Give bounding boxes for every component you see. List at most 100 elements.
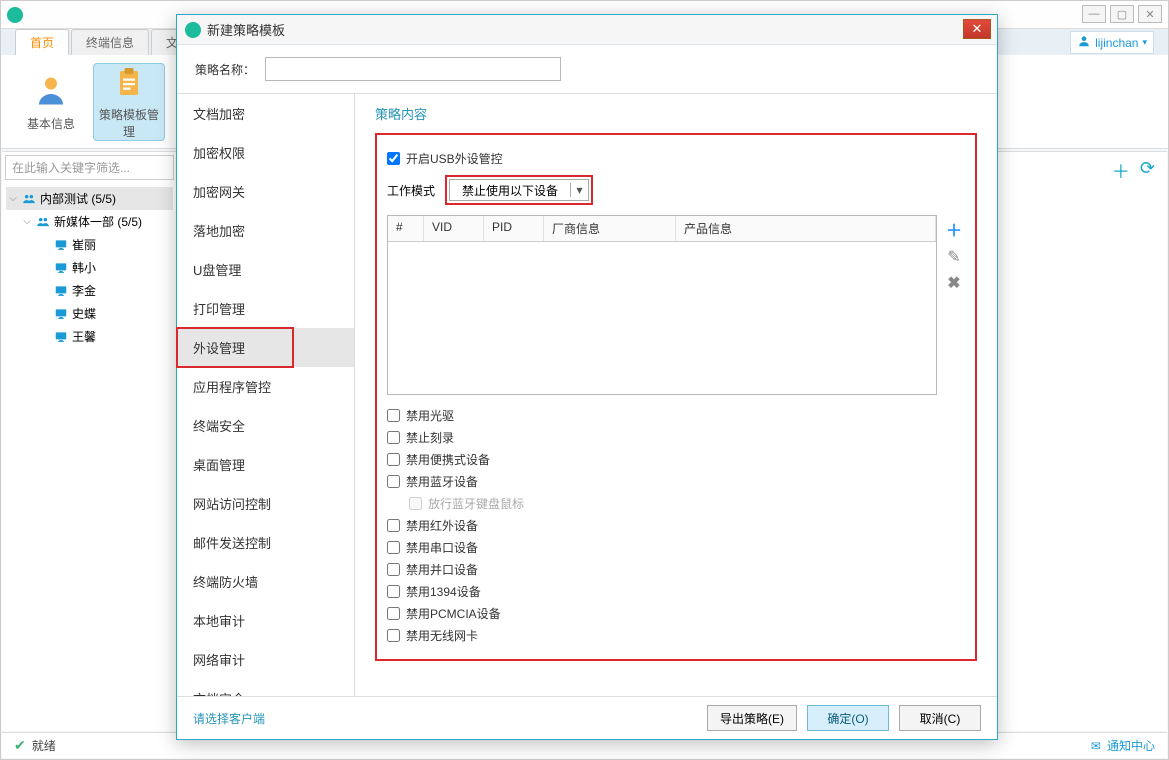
- grid-edit-icon[interactable]: ✎: [947, 247, 960, 267]
- category-item[interactable]: 终端安全: [177, 406, 354, 445]
- user-chip[interactable]: lijinchan ▾: [1070, 31, 1154, 54]
- tree-root[interactable]: ⌵ 内部测试 (5/5): [6, 187, 173, 210]
- device-grid[interactable]: # VID PID 厂商信息 产品信息: [387, 215, 937, 395]
- enable-usb-checkbox[interactable]: [387, 152, 400, 165]
- category-item[interactable]: 终端防火墙: [177, 562, 354, 601]
- tab-home[interactable]: 首页: [15, 29, 69, 55]
- org-tree: ⌵ 内部测试 (5/5) ⌵ 新媒体一部 (5/5) 崔丽韩小李金史蝶王馨: [2, 183, 177, 731]
- option-checkbox[interactable]: [387, 607, 400, 620]
- app-logo-icon: [7, 7, 23, 23]
- footer-hint[interactable]: 请选择客户端: [193, 710, 265, 727]
- member-name: 史蝶: [72, 305, 96, 322]
- tree-group[interactable]: ⌵ 新媒体一部 (5/5): [6, 210, 173, 233]
- category-item[interactable]: 桌面管理: [177, 445, 354, 484]
- grid-delete-icon[interactable]: ✖: [947, 273, 960, 293]
- tree-search-input[interactable]: 在此输入关键字筛选...: [5, 155, 174, 180]
- combo-text: 禁止使用以下设备: [450, 182, 570, 199]
- notify-center[interactable]: ✉ 通知中心: [1091, 737, 1155, 754]
- option-checkbox[interactable]: [387, 629, 400, 642]
- export-button[interactable]: 导出策略(E): [707, 705, 797, 731]
- option-label: 禁用1394设备: [406, 583, 481, 600]
- tree-member[interactable]: 史蝶: [6, 302, 173, 325]
- option-checkbox[interactable]: [387, 585, 400, 598]
- col-vendor: 厂商信息: [544, 216, 676, 241]
- category-item[interactable]: 应用程序管控: [177, 367, 354, 406]
- modal-footer: 请选择客户端 导出策略(E) 确定(O) 取消(C): [177, 697, 997, 739]
- category-item[interactable]: 加密权限: [177, 133, 354, 172]
- group-icon: [22, 192, 36, 206]
- modal-body: 文档加密加密权限加密网关落地加密U盘管理打印管理外设管理应用程序管控终端安全桌面…: [177, 93, 997, 697]
- tree-member[interactable]: 李金: [6, 279, 173, 302]
- option-row[interactable]: 禁用1394设备: [387, 583, 965, 600]
- combo-dropdown-icon[interactable]: ▾: [570, 183, 588, 197]
- modal-logo-icon: [185, 22, 201, 38]
- option-checkbox[interactable]: [387, 563, 400, 576]
- policy-name-input[interactable]: [265, 57, 561, 81]
- ribbon-basic-info[interactable]: 基本信息: [15, 63, 87, 141]
- category-item[interactable]: 网络审计: [177, 640, 354, 679]
- close-button[interactable]: ✕: [1138, 5, 1162, 23]
- cancel-button[interactable]: 取消(C): [899, 705, 981, 731]
- minimize-button[interactable]: —: [1082, 5, 1106, 23]
- tree-label: 新媒体一部 (5/5): [54, 213, 142, 230]
- ribbon-label: 策略模板管理: [94, 106, 164, 140]
- combo-highlight: 禁止使用以下设备 ▾: [445, 175, 593, 205]
- category-item[interactable]: U盘管理: [177, 250, 354, 289]
- category-item[interactable]: 邮件发送控制: [177, 523, 354, 562]
- user-icon: [1077, 34, 1091, 51]
- category-item[interactable]: 加密网关: [177, 172, 354, 211]
- check-icon: ✔: [14, 737, 26, 754]
- group-icon: [36, 215, 50, 229]
- option-checkbox[interactable]: [387, 453, 400, 466]
- option-row[interactable]: 禁用PCMCIA设备: [387, 605, 965, 622]
- category-item[interactable]: 本地审计: [177, 601, 354, 640]
- tree-member[interactable]: 崔丽: [6, 233, 173, 256]
- expand-icon[interactable]: ⌵: [8, 193, 18, 204]
- category-item[interactable]: 文档安全: [177, 679, 354, 696]
- category-list: 文档加密加密权限加密网关落地加密U盘管理打印管理外设管理应用程序管控终端安全桌面…: [177, 94, 355, 696]
- option-row[interactable]: 禁用串口设备: [387, 539, 965, 556]
- user-dropdown-icon: ▾: [1142, 37, 1147, 48]
- create-policy-modal: 新建策略模板 ✕ 策略名称： 文档加密加密权限加密网关落地加密U盘管理打印管理外…: [176, 14, 998, 740]
- tree-member[interactable]: 王馨: [6, 325, 173, 348]
- category-item[interactable]: 外设管理: [177, 328, 354, 367]
- option-row[interactable]: 禁用蓝牙设备: [387, 473, 965, 490]
- person-icon: [31, 71, 71, 111]
- category-item[interactable]: 落地加密: [177, 211, 354, 250]
- tree-member[interactable]: 韩小: [6, 256, 173, 279]
- option-checkbox[interactable]: [387, 409, 400, 422]
- tab-terminal-info[interactable]: 终端信息: [71, 29, 149, 55]
- option-checkbox[interactable]: [387, 475, 400, 488]
- option-row[interactable]: 禁用并口设备: [387, 561, 965, 578]
- member-name: 王馨: [72, 328, 96, 345]
- category-item[interactable]: 打印管理: [177, 289, 354, 328]
- expand-icon[interactable]: ⌵: [22, 216, 32, 227]
- option-row[interactable]: 禁用便携式设备: [387, 451, 965, 468]
- content-title: 策略内容: [375, 104, 977, 123]
- category-item[interactable]: 网站访问控制: [177, 484, 354, 523]
- add-icon[interactable]: ＋: [1112, 158, 1130, 184]
- option-checkbox[interactable]: [387, 519, 400, 532]
- ribbon-policy-template[interactable]: 策略模板管理: [93, 63, 165, 141]
- work-mode-combo[interactable]: 禁止使用以下设备 ▾: [449, 179, 589, 201]
- tree-label: 内部测试 (5/5): [40, 190, 116, 207]
- option-row[interactable]: 禁止刻录: [387, 429, 965, 446]
- ok-button[interactable]: 确定(O): [807, 705, 889, 731]
- maximize-button[interactable]: ▢: [1110, 5, 1134, 23]
- option-label: 放行蓝牙键盘鼠标: [428, 495, 524, 512]
- refresh-icon[interactable]: ⟳: [1140, 158, 1155, 184]
- option-checkbox[interactable]: [387, 541, 400, 554]
- grid-add-icon[interactable]: ＋: [946, 217, 962, 241]
- clipboard-icon: [109, 64, 149, 102]
- footer-buttons: 导出策略(E) 确定(O) 取消(C): [707, 705, 981, 731]
- modal-close-button[interactable]: ✕: [963, 19, 991, 39]
- option-checkbox[interactable]: [387, 431, 400, 444]
- enable-usb-row[interactable]: 开启USB外设管控: [387, 150, 965, 167]
- option-checkbox: [409, 497, 422, 510]
- option-row[interactable]: 禁用无线网卡: [387, 627, 965, 644]
- category-item[interactable]: 文档加密: [177, 94, 354, 133]
- option-row[interactable]: 禁用光驱: [387, 407, 965, 424]
- notify-label: 通知中心: [1107, 737, 1155, 754]
- option-row[interactable]: 禁用红外设备: [387, 517, 965, 534]
- status-left: ✔ 就绪: [14, 737, 56, 754]
